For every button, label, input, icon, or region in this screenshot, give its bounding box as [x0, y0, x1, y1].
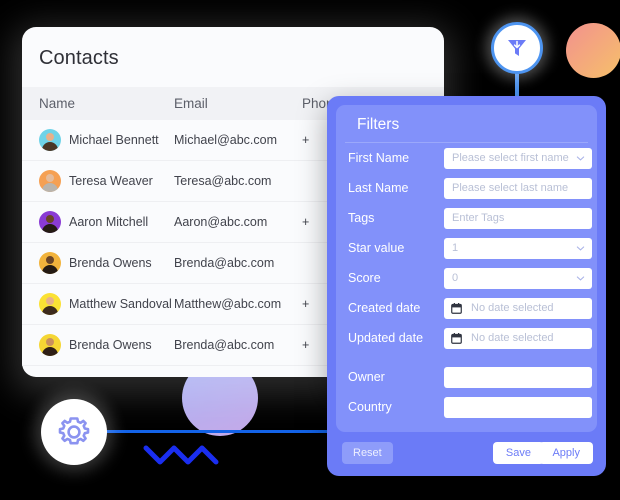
filter-funnel-badge[interactable]	[491, 22, 543, 74]
filter-label: Created date	[348, 301, 421, 315]
contact-name: Aaron Mitchell	[69, 215, 149, 229]
chevron-down-icon	[576, 245, 585, 251]
calendar-icon	[451, 332, 462, 344]
reset-button[interactable]: Reset	[342, 442, 393, 464]
cell-email: Michael@abc.com	[174, 133, 278, 147]
avatar	[39, 334, 61, 356]
filters-content: Filters First Name Please select first na…	[336, 105, 597, 432]
filter-select-star-value[interactable]: 1	[444, 237, 592, 259]
filters-heading: Filters	[345, 105, 588, 143]
gear-icon	[58, 417, 90, 445]
filter-field-row: Country	[348, 392, 597, 422]
filter-label: Star value	[348, 241, 405, 255]
filter-label: Country	[348, 400, 392, 414]
funnel-icon	[508, 40, 526, 56]
cell-email: Aaron@abc.com	[174, 215, 268, 229]
filter-field-row: Owner	[348, 362, 597, 392]
filter-date-updated-date[interactable]: No date selected	[444, 327, 592, 349]
filter-label: Tags	[348, 211, 375, 225]
column-header-email: Email	[174, 96, 208, 111]
contact-name: Brenda Owens	[69, 256, 152, 270]
contact-name: Michael Bennett	[69, 133, 159, 147]
contact-name: Matthew Sandoval	[69, 297, 172, 311]
filter-field-row: First Name Please select first name	[348, 143, 597, 173]
cell-email: Matthew@abc.com	[174, 297, 282, 311]
filter-text-owner[interactable]	[444, 366, 592, 388]
filter-placeholder: Please select first name	[452, 152, 569, 164]
decorative-orange-circle	[566, 23, 620, 78]
cell-email: Brenda@abc.com	[174, 256, 275, 270]
chevron-down-icon	[576, 155, 585, 161]
calendar-icon	[451, 302, 462, 314]
cell-name: Matthew Sandoval	[22, 293, 174, 315]
filter-field-row: Created date No date selected	[348, 293, 597, 323]
save-button[interactable]: Save	[492, 442, 544, 464]
filter-placeholder: Please select last name	[452, 182, 569, 194]
filter-date-created-date[interactable]: No date selected	[444, 297, 592, 319]
contact-name: Brenda Owens	[69, 338, 152, 352]
filter-label: Last Name	[348, 181, 409, 195]
filter-text-tags[interactable]: Enter Tags	[444, 207, 592, 229]
filter-placeholder: No date selected	[471, 332, 554, 344]
filter-label: Updated date	[348, 331, 424, 345]
contact-name: Teresa Weaver	[69, 174, 153, 188]
filter-value: 1	[452, 242, 459, 254]
filter-label: Score	[348, 271, 381, 285]
filter-value: 0	[452, 272, 459, 284]
column-header-name: Name	[39, 96, 76, 111]
filter-label: Owner	[348, 370, 385, 384]
page-title: Contacts	[39, 47, 119, 69]
chevron-down-icon	[576, 275, 585, 281]
cell-name: Brenda Owens	[22, 252, 174, 274]
avatar	[39, 293, 61, 315]
cell-email: Teresa@abc.com	[174, 174, 272, 188]
filter-select-score[interactable]: 0	[444, 267, 592, 289]
filter-field-row: Last Name Please select last name	[348, 173, 597, 203]
decorative-wave-squiggle	[143, 445, 219, 465]
filter-field-row: Updated date No date selected	[348, 323, 597, 353]
settings-gear-badge[interactable]	[41, 399, 107, 465]
filter-select-first-name[interactable]: Please select first name	[444, 147, 592, 169]
filters-panel: Filters First Name Please select first na…	[327, 96, 606, 476]
filter-placeholder: Enter Tags	[452, 212, 505, 224]
filter-placeholder: No date selected	[471, 302, 554, 314]
filter-field-row: Tags Enter Tags	[348, 203, 597, 233]
cell-name: Brenda Owens	[22, 334, 174, 356]
cell-name: Michael Bennett	[22, 129, 174, 151]
apply-button[interactable]: Apply	[539, 442, 593, 464]
filter-text-last-name[interactable]: Please select last name	[444, 177, 592, 199]
cell-name: Teresa Weaver	[22, 170, 174, 192]
avatar	[39, 129, 61, 151]
filter-field-row: Score 0	[348, 263, 597, 293]
avatar	[39, 252, 61, 274]
filter-text-country[interactable]	[444, 396, 592, 418]
filters-footer: Reset Save Apply	[327, 432, 606, 476]
avatar	[39, 211, 61, 233]
avatar	[39, 170, 61, 192]
cell-email: Brenda@abc.com	[174, 338, 275, 352]
filters-field-list: First Name Please select first name Last N…	[336, 143, 597, 422]
filter-label: First Name	[348, 151, 410, 165]
cell-name: Aaron Mitchell	[22, 211, 174, 233]
filter-field-row: Star value 1	[348, 233, 597, 263]
